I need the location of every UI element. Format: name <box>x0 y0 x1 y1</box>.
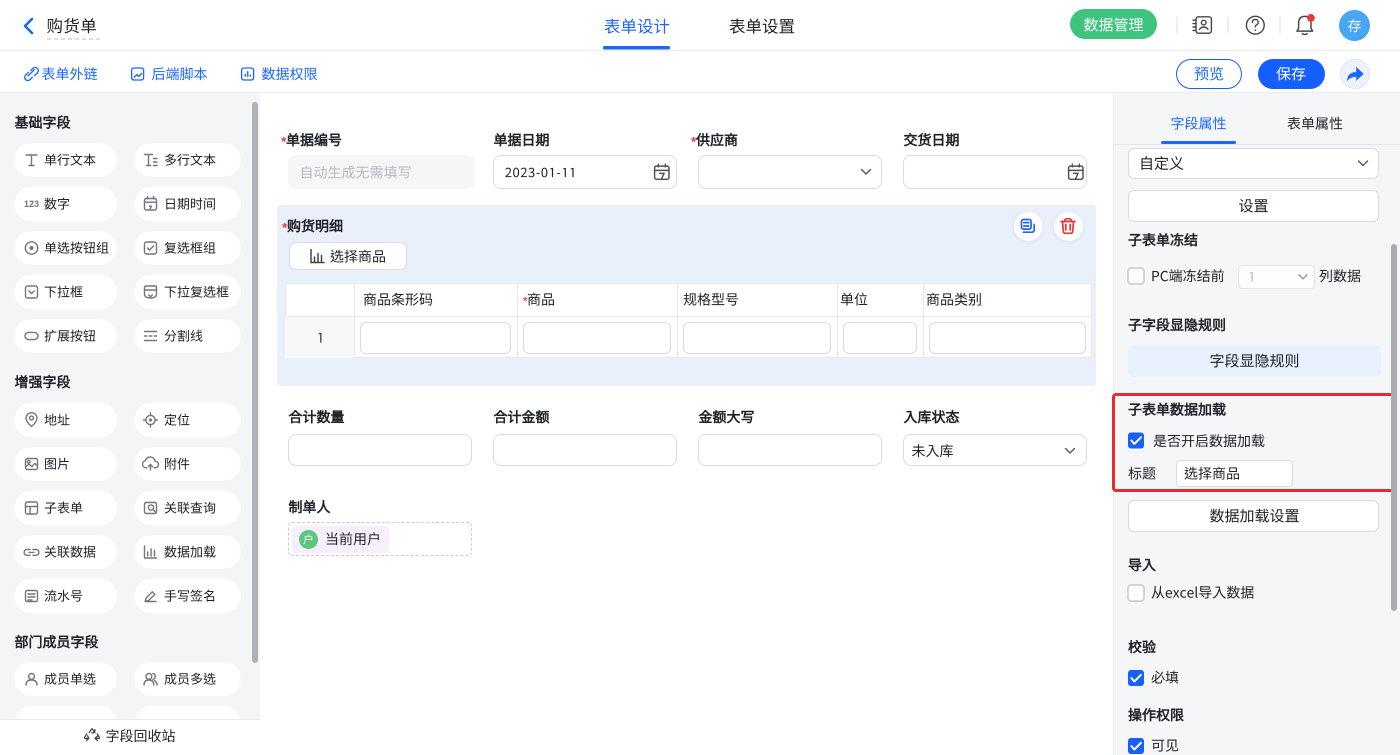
svg-text:123: 123 <box>24 199 39 209</box>
